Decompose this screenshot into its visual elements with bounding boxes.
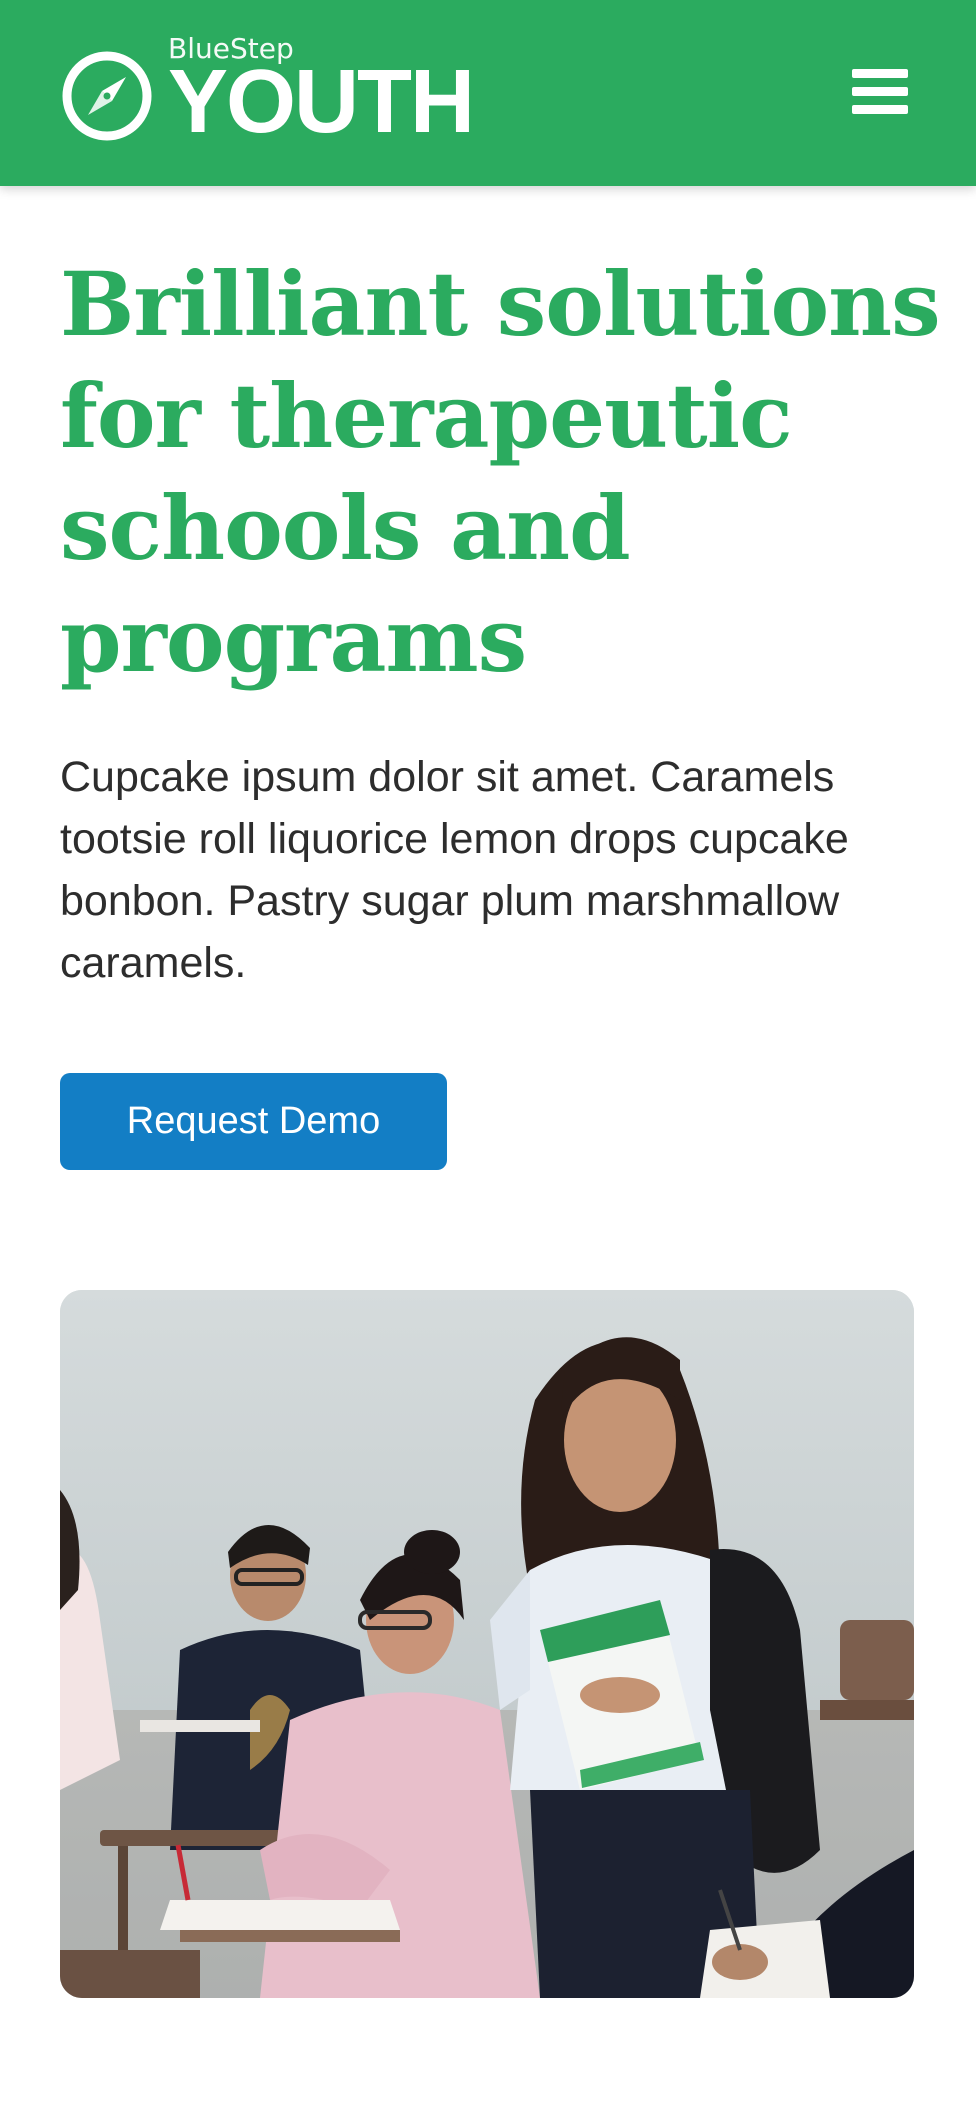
request-demo-button[interactable]: Request Demo [60, 1073, 447, 1170]
menu-bar-bottom [852, 105, 908, 114]
logo-big-text: YOUTH [168, 52, 475, 152]
site-header: BlueStep YOUTH [0, 0, 976, 186]
hero-description: Cupcake ipsum dolor sit amet. Caramels t… [60, 753, 849, 987]
students-in-classroom-photo [60, 1290, 914, 1998]
compass-icon [62, 51, 152, 141]
menu-bar-middle [852, 87, 908, 96]
page: BlueStep YOUTH Brilliant solutions for t… [0, 0, 976, 2106]
hero-title: Brilliant solutions for therapeutic scho… [60, 252, 941, 692]
bluestep-youth-logo[interactable]: BlueStep YOUTH [60, 30, 480, 152]
hamburger-menu-icon[interactable] [846, 62, 910, 120]
classroom-illustration [60, 1290, 914, 1998]
menu-bar-top [852, 69, 908, 78]
